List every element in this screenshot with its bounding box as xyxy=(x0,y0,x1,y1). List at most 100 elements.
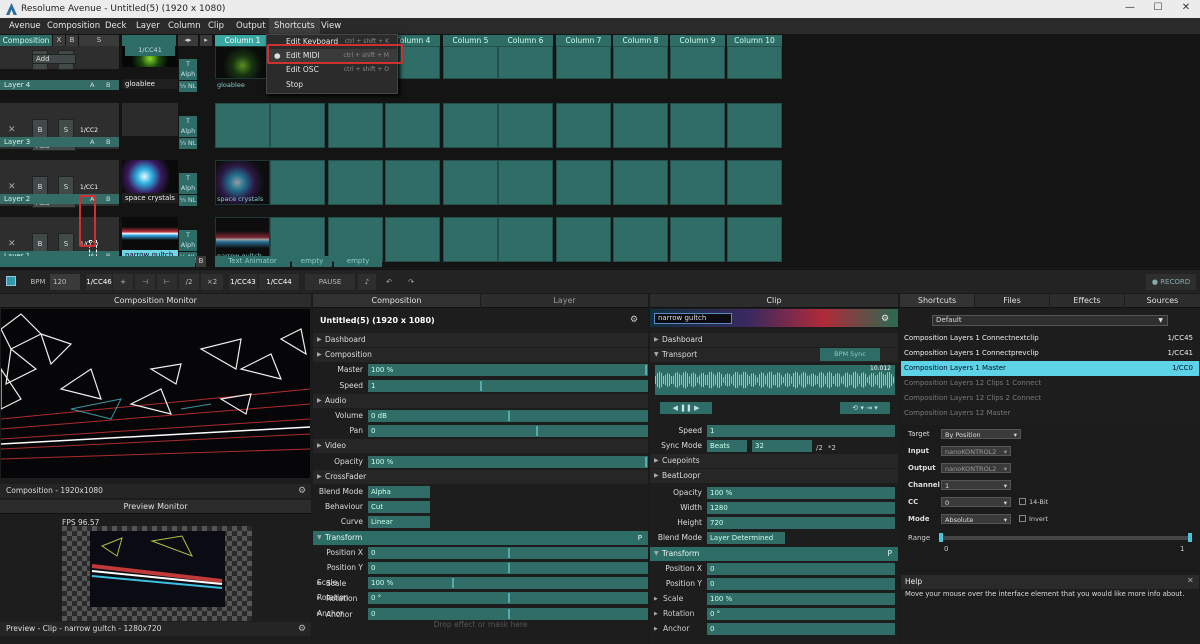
comp-slider-speed[interactable]: 1 xyxy=(368,379,648,392)
bpm-div2-button[interactable]: /2 xyxy=(179,274,199,290)
channel-select[interactable]: 1 ▾ xyxy=(941,480,1011,490)
clip-slot[interactable] xyxy=(443,160,498,205)
footer-b-button[interactable]: B xyxy=(196,256,206,267)
menu-clip[interactable]: Clip xyxy=(203,18,229,34)
comp-slider-handle[interactable] xyxy=(508,547,510,558)
clip-slider-height[interactable]: 720 xyxy=(707,517,895,529)
input-select[interactable]: nanoKONTROL2 ▾ xyxy=(941,446,1011,456)
layer-cc-2[interactable]: 1/CC1 xyxy=(80,184,98,191)
clip-slider-rotation[interactable]: 0 ° xyxy=(707,608,895,620)
header-s2[interactable] xyxy=(122,35,176,46)
clip-div2[interactable]: /2 xyxy=(816,441,823,455)
clip-slot[interactable] xyxy=(498,103,553,148)
composition-header[interactable]: Composition xyxy=(0,35,52,46)
menu-column[interactable]: Column xyxy=(163,18,206,34)
header-s-button[interactable]: S xyxy=(79,35,119,46)
layer-clear-icon-2[interactable]: ✕ xyxy=(8,182,16,192)
layer-b-2[interactable]: B xyxy=(106,195,110,203)
menu-deck[interactable]: Deck xyxy=(100,18,131,34)
clip-caret-icon[interactable]: ▶ xyxy=(654,607,658,621)
tab-layer[interactable]: Layer xyxy=(481,294,648,308)
layout-icon[interactable] xyxy=(6,276,16,286)
layer-a-3[interactable]: A xyxy=(90,138,94,146)
clip-slot[interactable] xyxy=(498,217,553,262)
shortcut-row[interactable]: Composition Layers 12 Clips 2 Connect xyxy=(901,391,1199,406)
comp-slider-handle[interactable] xyxy=(508,593,510,604)
clip-slider-opacity[interactable]: 100 % xyxy=(707,487,895,499)
comp-select-blend_mode[interactable]: Alpha xyxy=(368,486,430,498)
clip-slot[interactable] xyxy=(443,46,498,79)
comp-slider-handle[interactable] xyxy=(536,426,538,437)
comp-slider-handle[interactable] xyxy=(508,563,510,573)
comp-anchor-caret-icon[interactable]: ▶ xyxy=(317,611,321,617)
clip-slider-speed[interactable]: 1 xyxy=(707,425,895,437)
14bit-checkbox[interactable] xyxy=(1019,498,1026,505)
clip-alph-button-2[interactable]: Alph xyxy=(179,183,197,194)
clip-section-transform[interactable]: ▼ Transform P xyxy=(650,547,898,561)
shortcut-row[interactable]: Composition Layers 1 Master 1/CC0 xyxy=(901,361,1199,376)
shortcut-row[interactable]: Composition Layers 1 Connectnextclip 1/CC… xyxy=(901,331,1199,346)
mode-select[interactable]: Absolute ▾ xyxy=(941,514,1011,524)
clip-slot[interactable] xyxy=(215,46,270,79)
clip-bpm-sync[interactable]: BPM Sync xyxy=(820,348,880,361)
clip-caret-icon[interactable]: ▶ xyxy=(654,622,658,636)
output-select[interactable]: nanoKONTROL2 ▾ xyxy=(941,463,1011,473)
clip-transform-p[interactable]: P xyxy=(887,547,892,561)
comp-rotation-caret-icon[interactable]: ▶ xyxy=(317,595,321,601)
clip-slot[interactable] xyxy=(498,160,553,205)
clip-slot[interactable] xyxy=(556,46,611,79)
clip-section-cuepoints[interactable]: ▶ Cuepoints xyxy=(650,454,898,468)
clip-thumbnail-3[interactable] xyxy=(122,103,178,136)
clip-slot[interactable] xyxy=(443,217,498,262)
layer-bypass-button-2[interactable]: B xyxy=(32,176,48,196)
cc44-button[interactable]: 1/CC44 xyxy=(259,274,299,290)
bpm-mul2-button[interactable]: ×2 xyxy=(201,274,223,290)
layer-label-4[interactable]: Layer 4 xyxy=(0,80,119,90)
footer-text-animator[interactable]: Text Animator xyxy=(215,256,290,267)
header-b-button[interactable]: B xyxy=(66,35,78,46)
clip-label-4[interactable]: gloablee xyxy=(122,79,178,89)
tab-effects[interactable]: Effects xyxy=(1050,294,1124,308)
layer-clear-icon-1[interactable]: ✕ xyxy=(8,239,16,249)
target-select[interactable]: By Position ▾ xyxy=(941,429,1021,439)
metronome-icon[interactable]: ♪ xyxy=(358,274,376,290)
bpm-input[interactable]: 120 xyxy=(50,274,80,290)
layer-label-3[interactable]: Layer 3 xyxy=(0,137,119,147)
layer-solo-button-2[interactable]: S xyxy=(58,176,74,196)
footer-empty-2[interactable]: empty xyxy=(334,256,382,267)
record-button[interactable]: ● RECORD xyxy=(1146,274,1196,290)
layer-solo-button-1[interactable]: S xyxy=(58,233,74,253)
cc43-button[interactable]: 1/CC43 xyxy=(229,274,257,290)
undo-icon[interactable]: ↶ xyxy=(380,274,398,290)
clip-label-2[interactable]: space crystals xyxy=(122,193,178,203)
clip-select-blend_mode[interactable]: Layer Determined xyxy=(707,532,785,544)
comp-slider-handle[interactable] xyxy=(452,578,454,589)
clip-slot[interactable] xyxy=(215,103,270,148)
tab-shortcuts[interactable]: Shortcuts xyxy=(900,294,974,308)
layer-b-3[interactable]: B xyxy=(106,138,110,146)
header-more-button[interactable]: ▸ xyxy=(200,35,212,46)
shortcut-row[interactable]: Composition Layers 12 Master xyxy=(901,406,1199,421)
comp-transform-p[interactable]: P xyxy=(638,531,642,545)
clip-name-input[interactable]: narrow gultch xyxy=(654,313,732,324)
layer-add-button-4[interactable]: Add xyxy=(32,54,76,64)
clip-slot[interactable] xyxy=(613,160,668,205)
clip-slider-scale[interactable]: 100 % xyxy=(707,593,895,605)
clip-slot[interactable] xyxy=(670,160,725,205)
pause-button[interactable]: PAUSE xyxy=(305,274,355,290)
shortcut-row[interactable]: Composition Layers 12 Clips 1 Connect xyxy=(901,376,1199,391)
column-header-8[interactable]: Column 8 xyxy=(613,35,668,46)
layer-b-4[interactable]: B xyxy=(106,81,110,89)
clip-thumbnail-2[interactable] xyxy=(122,160,178,193)
clip-slot[interactable] xyxy=(670,217,725,262)
column-header-5[interactable]: Column 5 xyxy=(443,35,498,46)
clip-slot[interactable] xyxy=(727,160,782,205)
clip-slot[interactable] xyxy=(385,217,440,262)
header-nav-buttons[interactable]: ◂▸ xyxy=(178,35,198,46)
clip-alph-button-1[interactable]: Alph xyxy=(179,240,197,251)
menu-layer[interactable]: Layer xyxy=(131,18,165,34)
clip-slot[interactable] xyxy=(556,103,611,148)
clip-slot[interactable] xyxy=(270,160,325,205)
clip-play-controls[interactable]: ◀ ❚❚ ▶ xyxy=(660,402,712,414)
footer-empty-1[interactable]: empty xyxy=(292,256,332,267)
